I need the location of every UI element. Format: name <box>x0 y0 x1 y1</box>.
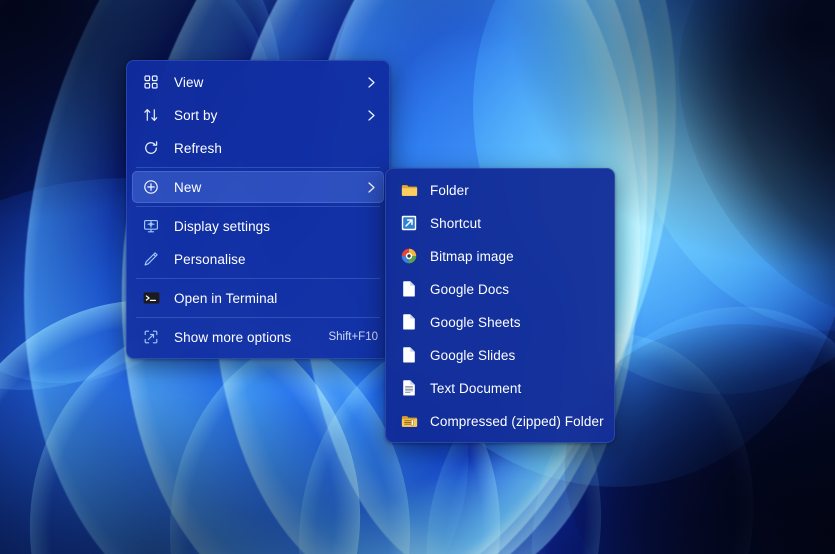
sort-arrows-icon <box>142 106 160 124</box>
menu-item-sort-by[interactable]: Sort by <box>132 99 384 131</box>
menu-item-accelerator: Shift+F10 <box>328 331 378 343</box>
menu-item-label: Show more options <box>174 329 292 345</box>
pen-icon <box>142 250 160 268</box>
menu-item-label: Sort by <box>174 107 218 123</box>
submenu-item-label: Bitmap image <box>430 248 514 264</box>
zipped-folder-icon <box>400 412 418 430</box>
monitor-gear-icon <box>142 217 160 235</box>
document-page-icon <box>400 346 418 364</box>
submenu-item-label: Google Slides <box>430 347 516 363</box>
plus-circle-icon <box>142 178 160 196</box>
terminal-icon <box>142 289 160 307</box>
submenu-item-google-docs[interactable]: Google Docs <box>391 273 609 305</box>
menu-item-label: New <box>174 179 202 195</box>
submenu-item-label: Folder <box>430 182 469 198</box>
submenu-item-label: Compressed (zipped) Folder <box>430 413 604 429</box>
menu-item-open-in-terminal[interactable]: Open in Terminal <box>132 282 384 314</box>
menu-item-show-more-options[interactable]: Show more options Shift+F10 <box>132 321 384 353</box>
menu-separator-1 <box>136 167 380 168</box>
menu-separator-3 <box>136 278 380 279</box>
document-page-icon <box>400 313 418 331</box>
document-page-icon <box>400 280 418 298</box>
menu-item-display-settings[interactable]: Display settings <box>132 210 384 242</box>
chevron-right-icon <box>364 181 378 194</box>
submenu-item-label: Text Document <box>430 380 522 396</box>
desktop-context-menu[interactable]: View Sort by Refresh New Display setting… <box>126 60 390 359</box>
submenu-item-shortcut[interactable]: Shortcut <box>391 207 609 239</box>
shortcut-icon <box>400 214 418 232</box>
refresh-icon <box>142 139 160 157</box>
menu-item-label: Refresh <box>174 140 222 156</box>
chevron-right-icon <box>364 76 378 89</box>
chevron-right-icon <box>364 109 378 122</box>
submenu-item-google-slides[interactable]: Google Slides <box>391 339 609 371</box>
menu-item-new[interactable]: New <box>132 171 384 203</box>
paint-bitmap-icon <box>400 247 418 265</box>
submenu-item-label: Google Docs <box>430 281 510 297</box>
grid-view-icon <box>142 73 160 91</box>
submenu-item-text-document[interactable]: Text Document <box>391 372 609 404</box>
menu-item-label: Display settings <box>174 218 271 234</box>
submenu-item-bitmap-image[interactable]: Bitmap image <box>391 240 609 272</box>
more-options-icon <box>142 328 160 346</box>
submenu-item-label: Google Sheets <box>430 314 521 330</box>
folder-icon <box>400 181 418 199</box>
menu-item-label: Open in Terminal <box>174 290 278 306</box>
menu-item-label: Personalise <box>174 251 246 267</box>
menu-item-label: View <box>174 74 204 90</box>
submenu-item-label: Shortcut <box>430 215 482 231</box>
desktop[interactable]: View Sort by Refresh New Display setting… <box>0 0 835 554</box>
menu-separator-4 <box>136 317 380 318</box>
menu-item-view[interactable]: View <box>132 66 384 98</box>
submenu-item-compressed-folder[interactable]: Compressed (zipped) Folder <box>391 405 609 437</box>
menu-separator-2 <box>136 206 380 207</box>
submenu-item-folder[interactable]: Folder <box>391 174 609 206</box>
text-document-icon <box>400 379 418 397</box>
menu-item-personalise[interactable]: Personalise <box>132 243 384 275</box>
menu-item-refresh[interactable]: Refresh <box>132 132 384 164</box>
new-submenu[interactable]: Folder Shortcut Bitmap image Google Docs… <box>385 168 615 443</box>
submenu-item-google-sheets[interactable]: Google Sheets <box>391 306 609 338</box>
